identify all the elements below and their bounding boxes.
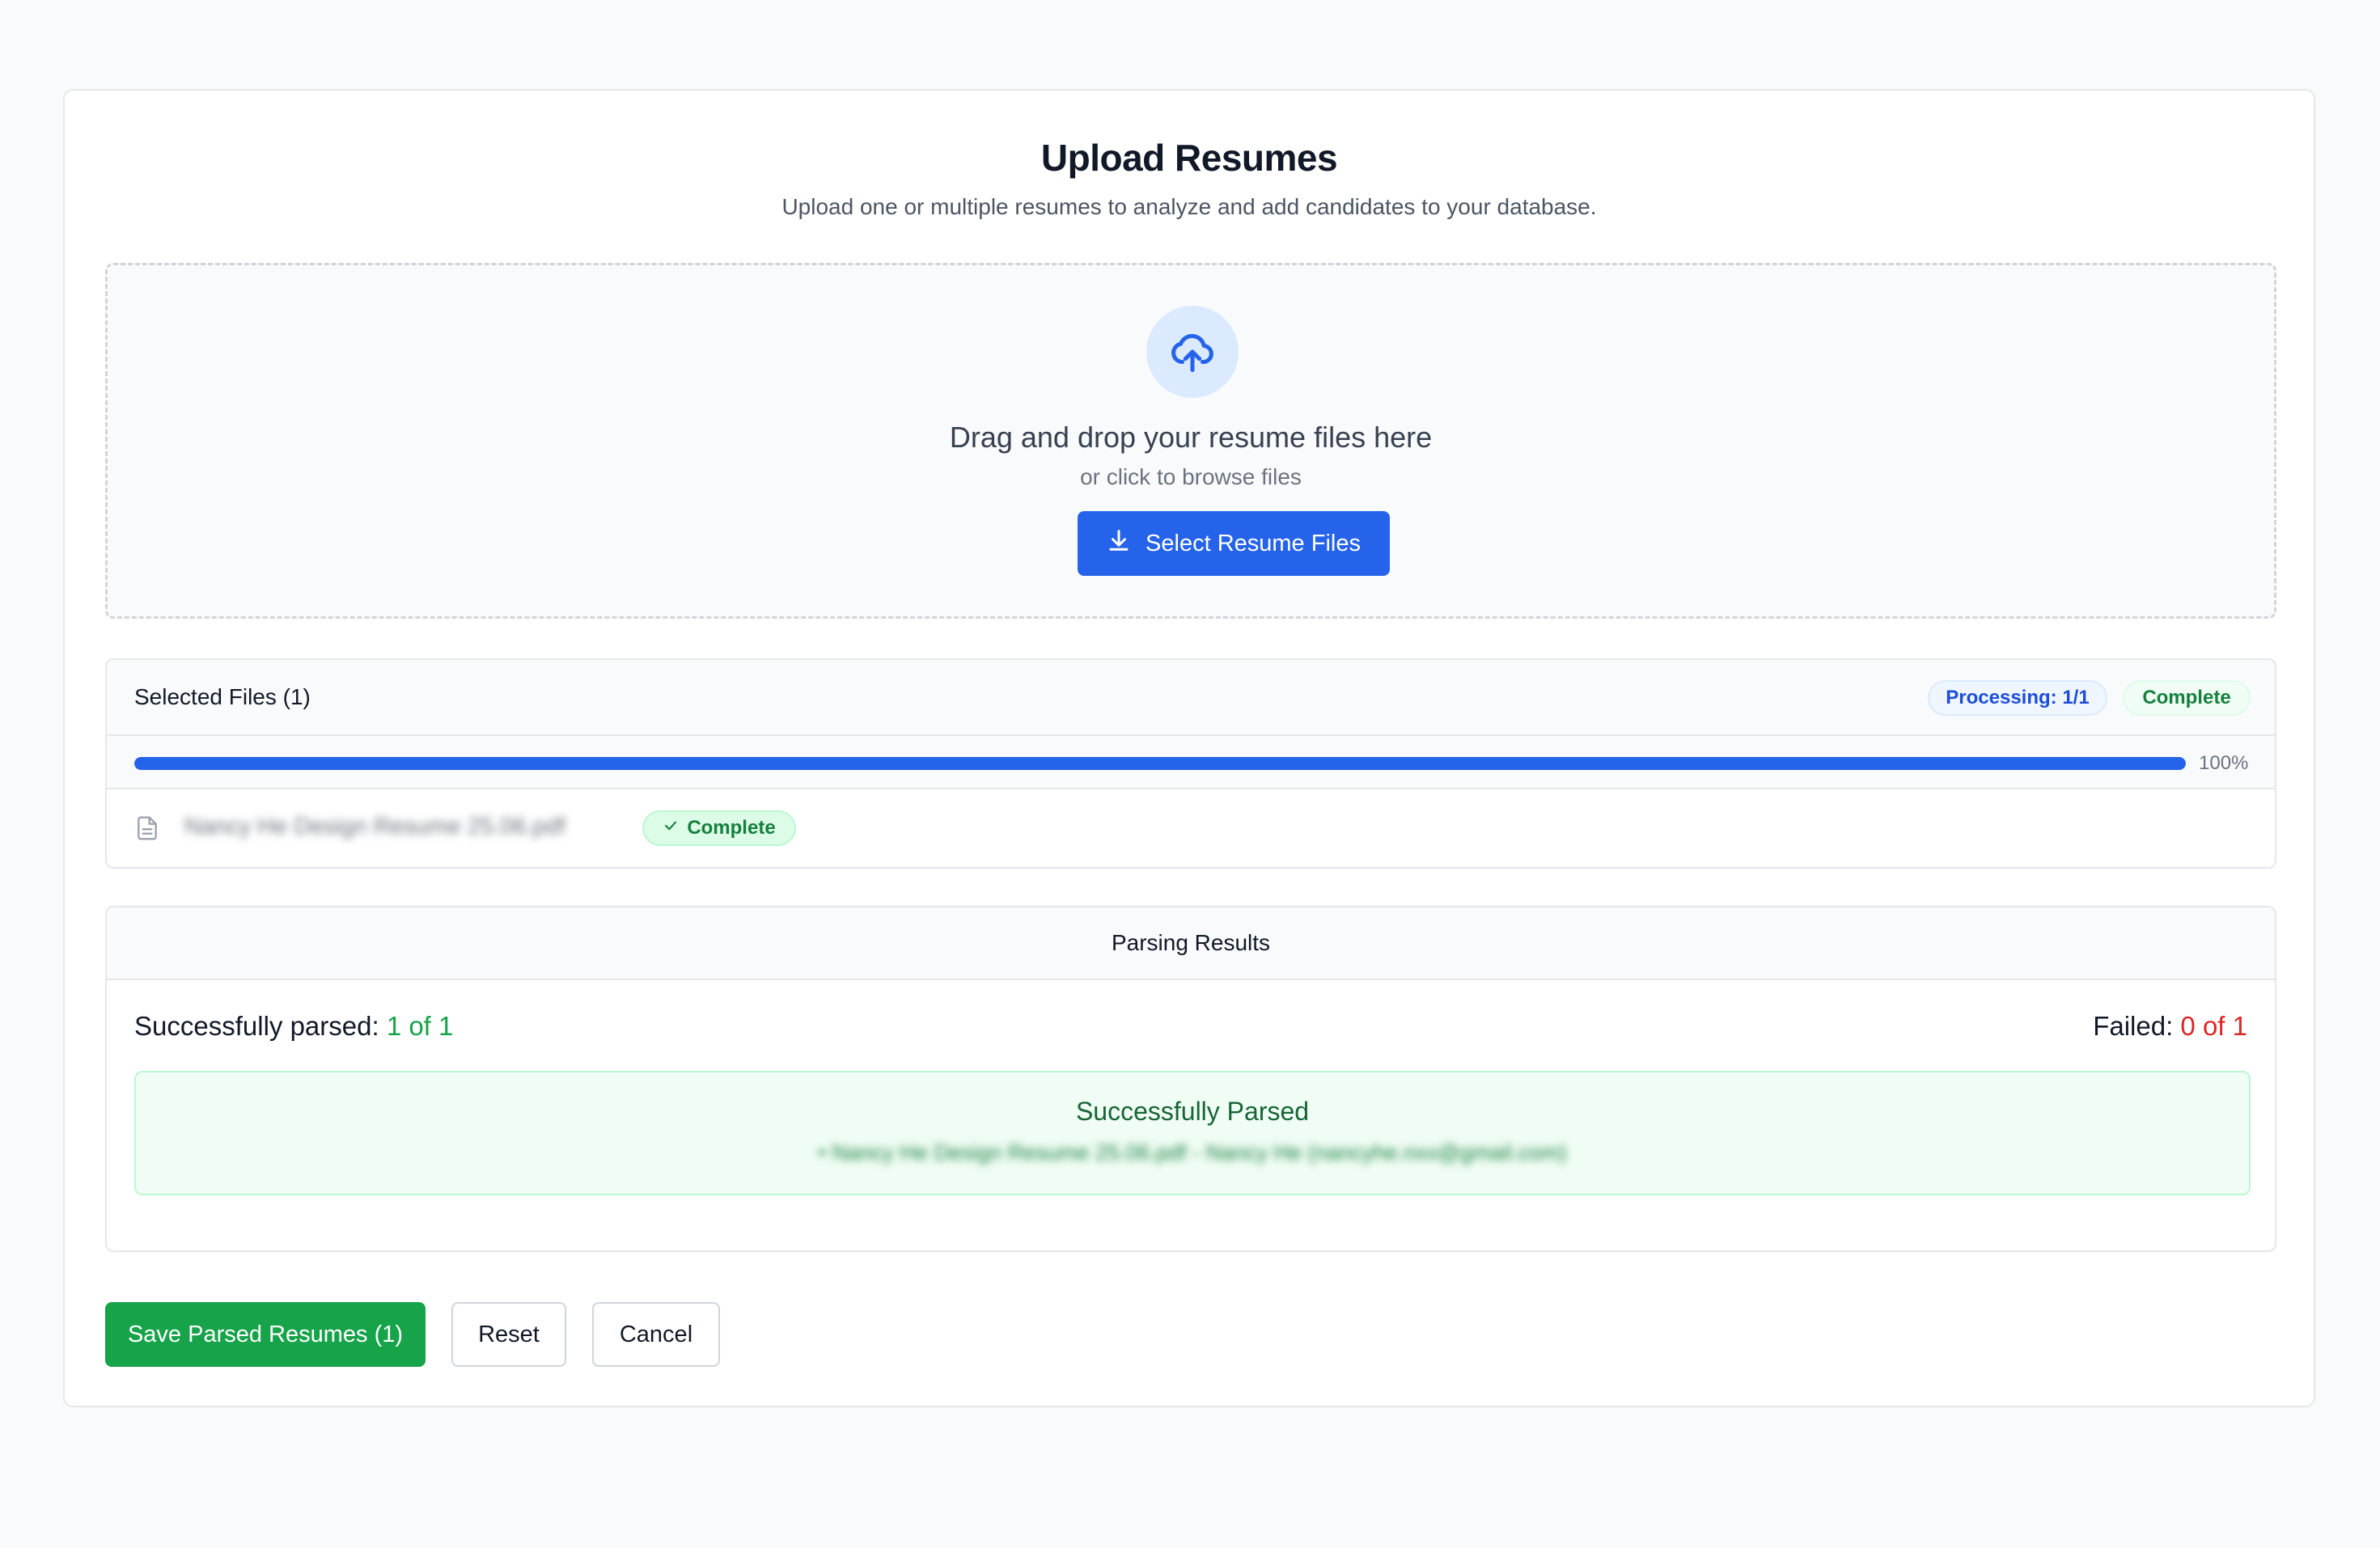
failed-count-label: Failed: bbox=[2093, 1011, 2174, 1041]
success-count: Successfully parsed: 1 of 1 bbox=[134, 1011, 453, 1042]
progress-percent: 100% bbox=[2199, 752, 2249, 774]
progress-bar-fill bbox=[134, 757, 2186, 770]
reset-button[interactable]: Reset bbox=[451, 1302, 566, 1367]
upload-resumes-card: Upload Resumes Upload one or multiple re… bbox=[63, 89, 2315, 1407]
parsing-results-panel: Parsing Results Successfully parsed: 1 o… bbox=[105, 906, 2276, 1252]
select-resume-files-button[interactable]: Select Resume Files bbox=[1078, 511, 1390, 576]
success-count-value: 1 of 1 bbox=[386, 1011, 454, 1041]
file-status-label: Complete bbox=[687, 817, 776, 839]
failed-count: Failed: 0 of 1 bbox=[2093, 1011, 2247, 1042]
file-name: Nancy He Design Resume 25.06.pdf bbox=[184, 814, 565, 840]
download-icon bbox=[1107, 528, 1131, 559]
file-list-item: Nancy He Design Resume 25.06.pdf Complet… bbox=[107, 789, 2275, 867]
success-box-title: Successfully Parsed bbox=[1075, 1097, 1310, 1126]
selected-files-panel: Selected Files (1) Processing: 1/1 Compl… bbox=[105, 658, 2276, 869]
file-dropzone[interactable]: Drag and drop your resume files here or … bbox=[105, 263, 2276, 619]
processing-badge: Processing: 1/1 bbox=[1928, 680, 2107, 716]
save-parsed-resumes-button[interactable]: Save Parsed Resumes (1) bbox=[105, 1302, 426, 1367]
progress-row: 100% bbox=[107, 736, 2275, 789]
cloud-upload-icon bbox=[1146, 306, 1239, 398]
selected-files-title: Selected Files (1) bbox=[134, 684, 311, 709]
check-icon bbox=[663, 817, 679, 840]
status-badge: Complete bbox=[2123, 680, 2251, 716]
progress-bar bbox=[134, 757, 2186, 770]
cancel-button[interactable]: Cancel bbox=[592, 1302, 720, 1367]
page-title: Upload Resumes bbox=[1040, 137, 1338, 179]
failed-count-value: 0 of 1 bbox=[2180, 1011, 2247, 1041]
file-status-badge: Complete bbox=[642, 810, 796, 846]
dropzone-subtitle: or click to browse files bbox=[1080, 464, 1302, 489]
page-subtitle: Upload one or multiple resumes to analyz… bbox=[781, 194, 1597, 219]
dropzone-title: Drag and drop your resume files here bbox=[949, 421, 1433, 454]
success-box: Successfully Parsed • Nancy He Design Re… bbox=[134, 1071, 2251, 1195]
selected-files-header: Selected Files (1) Processing: 1/1 Compl… bbox=[107, 660, 2275, 736]
list-item: • Nancy He Design Resume 25.06.pdf - Nan… bbox=[818, 1140, 1567, 1165]
file-icon bbox=[134, 814, 160, 847]
parsing-results-title: Parsing Results bbox=[107, 907, 2275, 980]
select-resume-files-label: Select Resume Files bbox=[1146, 530, 1361, 556]
success-count-label: Successfully parsed: bbox=[134, 1011, 379, 1041]
